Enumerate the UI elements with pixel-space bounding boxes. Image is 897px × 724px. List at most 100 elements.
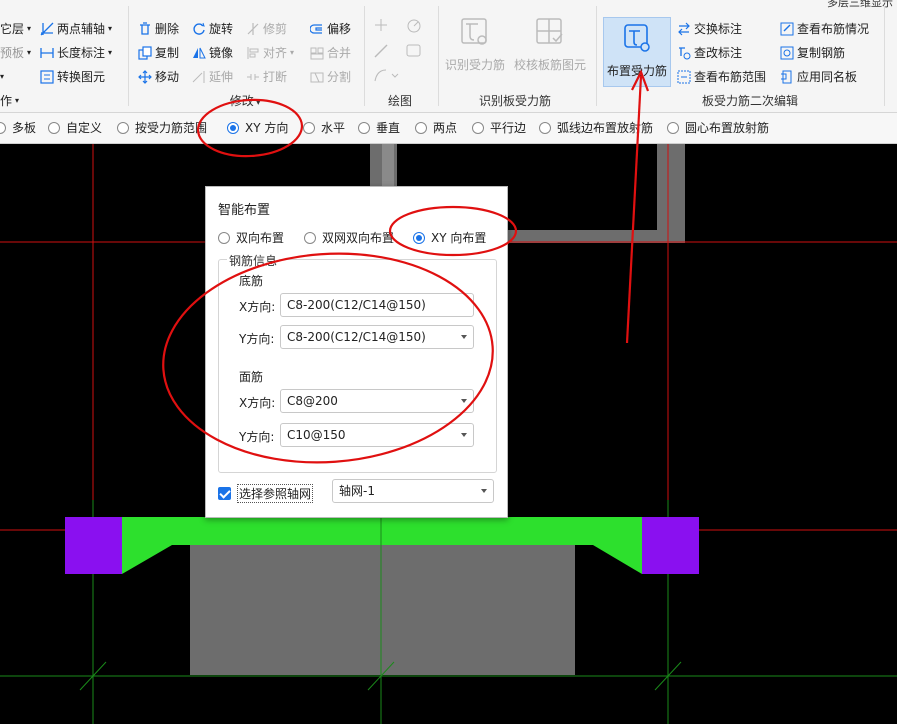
- copy-rebar-button[interactable]: 复制钢筋: [780, 44, 845, 62]
- rotate-button[interactable]: 旋转: [192, 20, 233, 38]
- break-button[interactable]: 打断: [246, 68, 287, 86]
- bottom-x-field[interactable]: C8-200(C12/C14@150): [280, 293, 474, 317]
- placement-option-bar: 多板 自定义 按受力筋范围 XY 方向 水平 垂直 两点 平行边 弧线边布置放射…: [0, 113, 897, 144]
- rebar-info-group: 钢筋信息 底筋 X方向: C8-200(C12/C14@150) Y方向: C8…: [218, 252, 497, 473]
- radio-icon: [358, 121, 370, 134]
- align-icon: [246, 46, 260, 60]
- radio-icon: [303, 121, 315, 134]
- option-arc-radial[interactable]: 弧线边布置放射筋: [539, 119, 653, 136]
- offset-icon: [310, 22, 324, 36]
- radio-selected-icon: [227, 121, 239, 134]
- mode-double-net[interactable]: 双网双向布置: [304, 229, 394, 246]
- trim-icon: [246, 22, 260, 36]
- identify-rebar-button[interactable]: 识别受力筋: [442, 10, 508, 73]
- length-dim-button[interactable]: 长度标注 ▾: [40, 44, 112, 62]
- dimension-icon: [40, 46, 54, 60]
- swap-label-button[interactable]: 交换标注: [677, 20, 742, 38]
- top-x-label: X方向:: [239, 396, 276, 410]
- draw-group-label: 绘图: [387, 94, 412, 108]
- option-by-range[interactable]: 按受力筋范围: [117, 119, 207, 136]
- option-custom[interactable]: 自定义: [48, 119, 102, 136]
- radio-icon: [0, 121, 6, 134]
- mode-xy[interactable]: XY 向布置: [413, 229, 486, 246]
- draw-circle-icon[interactable]: [406, 18, 422, 37]
- left-dropdown[interactable]: ▾: [0, 68, 4, 86]
- slab-button[interactable]: 预板 ▾: [0, 44, 31, 62]
- bottom-rebar-heading: 底筋: [239, 274, 264, 288]
- convert-element-button[interactable]: 转换图元: [40, 68, 105, 86]
- identify-group-label: 识别板受力筋: [478, 94, 551, 108]
- place-rebar-icon: [620, 22, 654, 56]
- copy-rebar-icon: [780, 46, 794, 60]
- place-rebar-button[interactable]: 布置受力筋: [603, 17, 671, 87]
- apply-same-button[interactable]: 应用同名板: [780, 68, 857, 86]
- split-icon: [310, 70, 324, 84]
- two-point-axis-button[interactable]: 两点辅轴 ▾: [40, 20, 112, 38]
- top-y-label: Y方向:: [239, 430, 275, 444]
- top-y-select[interactable]: C10@150: [280, 423, 474, 447]
- option-parallel-edge[interactable]: 平行边: [472, 119, 526, 136]
- option-two-points[interactable]: 两点: [415, 119, 457, 136]
- ref-axis-checkbox[interactable]: 选择参照轴网: [218, 484, 314, 503]
- copy-button[interactable]: 复制: [138, 44, 179, 62]
- checkbox-checked-icon: [218, 487, 231, 500]
- top-x-select[interactable]: C8@200: [280, 389, 474, 413]
- merge-button[interactable]: 合并: [310, 44, 351, 62]
- mirror-button[interactable]: 镜像: [192, 44, 233, 62]
- check-rebar-button[interactable]: 校核板筋图元: [512, 10, 588, 73]
- edit2-group-label: 板受力筋二次编辑: [701, 94, 798, 108]
- move-button[interactable]: 移动: [138, 68, 179, 86]
- option-center-radial[interactable]: 圆心布置放射筋: [667, 119, 769, 136]
- radio-icon: [48, 121, 60, 134]
- break-icon: [246, 70, 260, 84]
- view-info-button[interactable]: 查看布筋情况: [780, 20, 869, 38]
- axis-icon: [40, 22, 54, 36]
- draw-rect-icon[interactable]: [406, 44, 422, 61]
- mode-two-way[interactable]: 双向布置: [218, 229, 284, 246]
- column-left: [65, 517, 122, 574]
- move-icon: [138, 70, 152, 84]
- option-multi-slab[interactable]: 多板: [0, 119, 36, 136]
- column-right: [642, 517, 699, 574]
- swap-icon: [677, 22, 691, 36]
- range-icon: [677, 70, 691, 84]
- trash-icon: [138, 22, 152, 36]
- view-info-icon: [780, 22, 794, 36]
- dialog-title: 智能布置: [218, 203, 271, 218]
- ref-axis-select[interactable]: 轴网-1: [332, 479, 494, 503]
- draw-line-icon[interactable]: [374, 44, 388, 61]
- option-xy-direction[interactable]: XY 方向: [227, 119, 288, 136]
- view-range-button[interactable]: 查看布筋范围: [677, 68, 766, 86]
- draw-point-icon[interactable]: [374, 18, 388, 35]
- draw-arc-icon[interactable]: [374, 68, 400, 85]
- layer-button[interactable]: 它层 ▾: [0, 20, 31, 38]
- radio-icon: [218, 231, 230, 244]
- left-group-label: 作 ▾: [0, 94, 20, 108]
- radio-icon: [539, 121, 551, 134]
- search-label-icon: [677, 46, 691, 60]
- rebar-info-title: 钢筋信息: [227, 252, 280, 269]
- change-label-button[interactable]: 查改标注: [677, 44, 742, 62]
- trim-button[interactable]: 修剪: [246, 20, 287, 38]
- radio-icon: [472, 121, 484, 134]
- rotate-icon: [192, 22, 206, 36]
- split-button[interactable]: 分割: [310, 68, 351, 86]
- chevron-down-icon: [481, 489, 487, 493]
- smart-placement-dialog: 智能布置 双向布置 双网双向布置 XY 向布置 钢筋信息 底筋 X方向: C8-…: [205, 186, 508, 518]
- modify-group-label: 修改 ▾: [229, 94, 261, 108]
- extend-button[interactable]: 延伸: [192, 68, 233, 86]
- ribbon-toolbar: 多层三维显示 它层 ▾ 预板 ▾ ▾ 作 ▾ 两点辅轴 ▾ 长度标注 ▾ 转换图元 删除 …: [0, 0, 897, 113]
- identify-rebar-icon: [458, 16, 492, 50]
- option-vertical[interactable]: 垂直: [358, 119, 400, 136]
- chevron-down-icon: [461, 399, 467, 403]
- top-rebar-heading: 面筋: [239, 370, 264, 384]
- offset-button[interactable]: 偏移: [310, 20, 351, 38]
- check-rebar-icon: [533, 16, 567, 50]
- align-button[interactable]: 对齐 ▾: [246, 44, 294, 62]
- delete-button[interactable]: 删除: [138, 20, 179, 38]
- radio-selected-icon: [413, 231, 425, 244]
- merge-icon: [310, 46, 324, 60]
- option-horizontal[interactable]: 水平: [303, 119, 345, 136]
- bottom-y-select[interactable]: C8-200(C12/C14@150): [280, 325, 474, 349]
- apply-same-icon: [780, 70, 794, 84]
